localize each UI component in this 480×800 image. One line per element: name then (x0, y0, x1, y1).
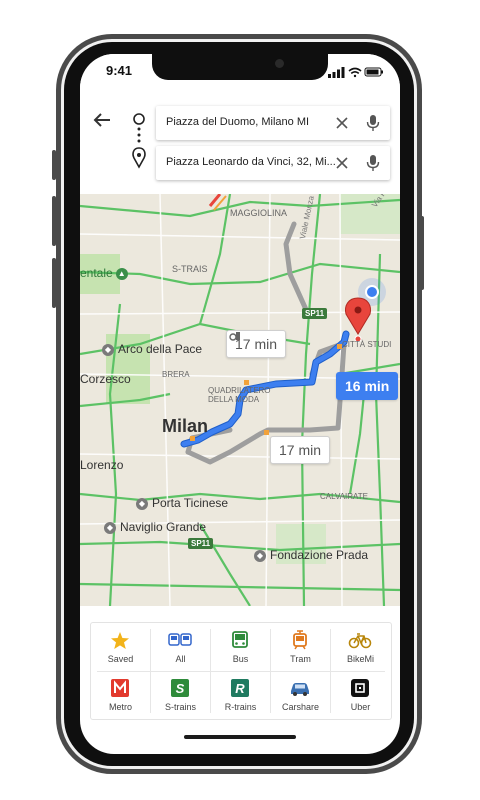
clear-origin-button[interactable] (334, 115, 350, 131)
status-bar: 9:41 (80, 54, 400, 88)
mode-label: S-trains (164, 702, 196, 712)
poi-lorenzo[interactable]: Lorenzo (80, 458, 123, 472)
landmark-icon: ◆ (102, 343, 114, 356)
close-icon (336, 157, 348, 169)
mode-label: Bus (232, 654, 249, 664)
mode-metro[interactable]: Metro (91, 673, 150, 717)
bike-icon (348, 633, 372, 649)
svg-text:S: S (176, 681, 185, 696)
mode-saved[interactable]: Saved (91, 625, 150, 669)
poi-fondazione-prada[interactable]: ◆ Fondazione Prada (254, 548, 368, 562)
volume-up-button (52, 196, 56, 246)
car-icon (291, 683, 309, 696)
front-camera (275, 59, 284, 68)
mode-bikemi[interactable]: BikeMi (331, 625, 390, 669)
poi-arco-della-pace[interactable]: ◆ Arco della Pace (102, 342, 202, 356)
close-icon (336, 117, 348, 129)
area-label: BRERA (162, 370, 190, 379)
mode-label: Tram (290, 654, 311, 664)
poi-naviglio-grande[interactable]: ◆ Naviglio Grande (104, 520, 206, 534)
status-icons (328, 65, 384, 83)
route-time-best[interactable]: 16 min (336, 372, 399, 400)
road-shield: SP11 (302, 308, 328, 319)
poi-corzesco[interactable]: Corzesco (80, 372, 131, 386)
mode-label: BikeMi (346, 654, 374, 664)
clear-destination-button[interactable] (334, 155, 350, 171)
transit-mode-panel: Saved All Bus Tram BikeMi Metro S S-trai… (90, 622, 392, 720)
signal-icon (328, 67, 345, 78)
svg-text:R: R (235, 681, 245, 696)
route-time-alt-bottom[interactable]: 17 min (270, 436, 331, 464)
home-indicator[interactable] (184, 735, 296, 739)
route-time-text: 16 min (345, 378, 390, 394)
transit-icon (229, 332, 240, 341)
tram-icon (293, 630, 307, 650)
city-label: Milan (162, 416, 209, 436)
bus-icon (232, 631, 248, 648)
road-shield: SP11 (188, 538, 214, 549)
mode-r-trains[interactable]: R R-trains (211, 673, 270, 717)
destination-input[interactable]: Piazza Leonardo da Vinci, 32, Mi... (166, 156, 336, 168)
r-train-icon: R (231, 679, 249, 697)
status-time: 9:41 (106, 63, 133, 78)
metro-icon (111, 679, 129, 697)
microphone-icon (366, 155, 380, 171)
mode-carshare[interactable]: Carshare (271, 673, 330, 717)
mode-uber[interactable]: Uber (331, 673, 390, 717)
route-time-alt-top[interactable]: 17 min (226, 330, 287, 358)
area-label: MAGGIOLINA (230, 208, 288, 218)
destination-voice-button[interactable] (366, 154, 380, 172)
battery-icon (364, 67, 383, 77)
mode-label: Metro (108, 702, 132, 712)
landmark-icon: ◆ (104, 521, 116, 534)
directions-header: Piazza del Duomo, Milano MI Piazza Leona… (80, 88, 400, 194)
star-icon (111, 632, 129, 649)
area-label: CALVAIRATE (320, 492, 369, 501)
museum-icon: ◆ (254, 549, 266, 562)
power-button (420, 216, 424, 290)
mode-bus[interactable]: Bus (211, 625, 270, 669)
route-time-text: 17 min (235, 336, 278, 352)
park-icon: ▲ (115, 267, 128, 280)
current-location-icon (365, 285, 379, 299)
area-label: CITTÀ STUDI (342, 340, 392, 349)
origin-field[interactable]: Piazza del Duomo, Milano MI (156, 106, 390, 140)
wifi-icon (348, 67, 362, 78)
volume-down-button (52, 258, 56, 308)
mode-tram[interactable]: Tram (271, 625, 330, 669)
origin-input[interactable]: Piazza del Duomo, Milano MI (166, 116, 309, 128)
mode-label: Uber (350, 702, 371, 712)
s-train-icon: S (171, 679, 189, 697)
route-connector-icon (130, 110, 148, 180)
all-transit-icon (168, 633, 192, 646)
mode-all[interactable]: All (151, 625, 210, 669)
uber-icon (351, 679, 369, 697)
mode-label: All (175, 654, 186, 664)
area-label: QUADRILATERO DELLA MODA (208, 386, 271, 404)
landmark-icon: ◆ (136, 497, 148, 510)
poi-entale[interactable]: entale ▲ (80, 266, 132, 280)
mode-label: Saved (107, 654, 134, 664)
origin-voice-button[interactable] (366, 114, 380, 132)
poi-porta-ticinese[interactable]: ◆ Porta Ticinese (136, 496, 228, 510)
microphone-icon (366, 115, 380, 131)
mode-label: Carshare (281, 702, 319, 712)
map-view[interactable]: MAGGIOLINA S-TRAIS BRERA QUADRILATERO DE… (80, 194, 400, 606)
mode-s-trains[interactable]: S S-trains (151, 673, 210, 717)
phone-screen: 9:41 Piazza del Duomo, Milano MI Piazza … (80, 54, 400, 754)
mode-label: R-trains (224, 702, 257, 712)
area-label: S-TRAIS (172, 264, 208, 274)
notch (152, 54, 328, 80)
back-button[interactable] (90, 108, 114, 132)
back-arrow-icon (93, 113, 110, 127)
route-time-text: 17 min (279, 442, 322, 458)
destination-field[interactable]: Piazza Leonardo da Vinci, 32, Mi... (156, 146, 390, 180)
side-button (52, 150, 56, 180)
